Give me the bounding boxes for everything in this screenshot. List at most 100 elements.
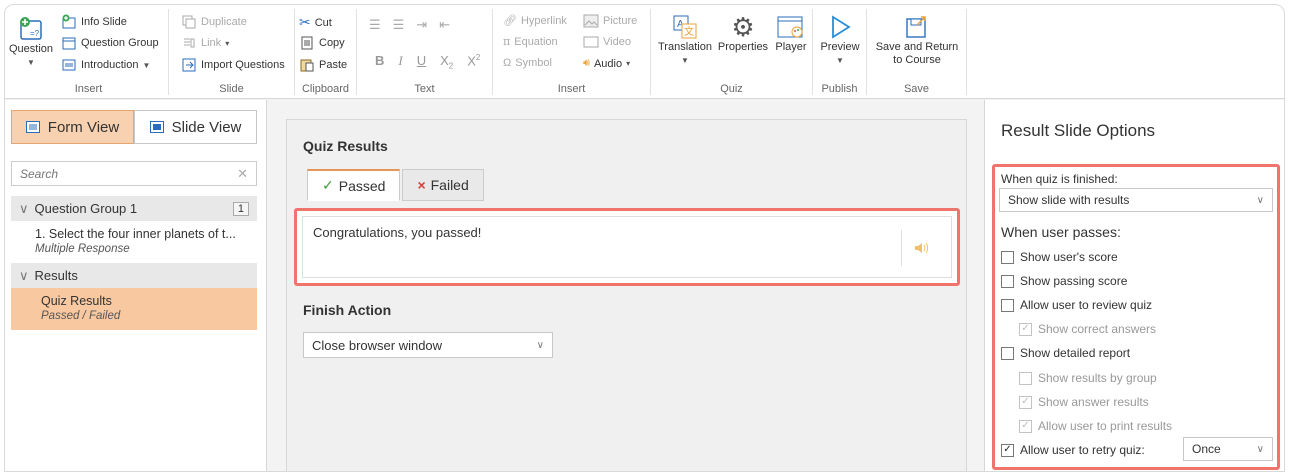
when-finished-select[interactable]: Show slide with results ∨ (999, 188, 1273, 212)
show-detailed-label: Show detailed report (1020, 346, 1131, 360)
format-buttons: B I U X2 X2 (375, 53, 480, 71)
sound-button[interactable] (901, 230, 941, 266)
tab-passed[interactable]: ✓ Passed (307, 169, 401, 201)
show-answer-results-checkbox[interactable]: ✓ Show answer results (1019, 395, 1149, 409)
introduction-icon (62, 59, 76, 71)
svg-text:=?: =? (30, 29, 40, 38)
ribbon-group-label: Save (903, 83, 930, 95)
copy-icon (301, 36, 313, 50)
duplicate-label: Duplicate (201, 16, 247, 28)
copy-button[interactable]: Copy (299, 35, 345, 51)
cut-button[interactable]: ✂ Cut (299, 14, 332, 31)
show-by-group-checkbox[interactable]: Show results by group (1019, 371, 1157, 385)
symbol-icon: Ω (503, 57, 512, 69)
audio-label: Audio (593, 57, 623, 70)
allow-review-checkbox[interactable]: Allow user to review quiz (1001, 298, 1152, 312)
ribbon-group-label: Publish (821, 83, 858, 95)
options-highlight: When quiz is finished: Show slide with r… (992, 164, 1280, 470)
player-label: Player (775, 41, 807, 53)
info-slide-icon (62, 14, 76, 29)
ribbon-group-label: Insert (74, 83, 103, 95)
info-slide-button[interactable]: Info Slide (61, 14, 127, 30)
subscript-button[interactable]: X2 (440, 53, 453, 71)
cut-label: Cut (314, 16, 332, 29)
bold-button[interactable]: B (375, 53, 384, 68)
outdent-icon[interactable]: ⇤ (439, 17, 450, 33)
speaker-icon: 🔊︎ (583, 57, 590, 69)
subscript-letter: X (440, 53, 449, 69)
message-field[interactable]: Congratulations, you passed! (302, 216, 952, 278)
question-button[interactable]: =? Question ▼ (8, 15, 54, 69)
player-button[interactable]: Player (771, 13, 811, 54)
show-passing-checkbox[interactable]: Show passing score (1001, 274, 1127, 288)
ribbon: =? Question ▼ Info Slide Question Group … (5, 5, 1284, 99)
hyperlink-button[interactable]: 🔗︎ Hyperlink (503, 14, 567, 28)
ribbon-group-slide: Duplicate Link ▾ Import Questions Slide (169, 9, 295, 95)
search-input[interactable] (20, 166, 220, 181)
italic-button[interactable]: I (398, 53, 402, 69)
show-correct-checkbox[interactable]: ✓ Show correct answers (1019, 322, 1156, 336)
checkbox-box (1019, 371, 1032, 385)
tree-quiz-results-item[interactable]: Quiz Results Passed / Failed (11, 288, 257, 330)
subscript-suffix: 2 (448, 61, 454, 71)
retry-count-value: Once (1192, 442, 1221, 456)
link-button[interactable]: Link ▾ (181, 35, 229, 51)
main-area: Quiz Results ✓ Passed × Failed Congratul… (268, 100, 983, 471)
checkbox-box (1001, 298, 1014, 312)
translation-button[interactable]: A文 Translation ▼ (655, 13, 715, 67)
picture-button[interactable]: Picture (583, 14, 637, 28)
tree-group-row[interactable]: ∨ Question Group 1 1 (11, 196, 257, 221)
duplicate-button[interactable]: Duplicate (181, 14, 247, 30)
symbol-button[interactable]: Ω Symbol (503, 57, 552, 69)
show-detailed-checkbox[interactable]: Show detailed report (1001, 346, 1130, 360)
tab-passed-label: Passed (338, 177, 386, 194)
indent-icon[interactable]: ⇥ (416, 17, 427, 33)
clear-icon[interactable]: ✕ (237, 166, 248, 182)
form-view-icon (25, 121, 40, 133)
preview-button[interactable]: Preview ▼ (819, 13, 861, 67)
numbered-list-icon[interactable]: ☰ (393, 17, 405, 33)
ribbon-group-label: Slide (219, 83, 244, 95)
tree-question-item[interactable]: 1. Select the four inner planets of t...… (11, 221, 257, 263)
properties-button[interactable]: ⚙ Properties (717, 13, 769, 54)
allow-print-checkbox[interactable]: ✓ Allow user to print results (1019, 419, 1172, 433)
ribbon-group-label: Clipboard (301, 83, 350, 95)
picture-label: Picture (603, 15, 638, 27)
retry-count-select[interactable]: Once ∨ (1183, 437, 1273, 461)
finish-action-select[interactable]: Close browser window ∨ (303, 332, 553, 358)
video-label: Video (603, 36, 631, 48)
properties-label: Properties (717, 41, 769, 53)
ribbon-group-save: Save and Return to Course Save (867, 9, 967, 95)
slide-view-tab[interactable]: Slide View (134, 110, 257, 144)
import-questions-button[interactable]: Import Questions (181, 57, 285, 73)
form-view-tab[interactable]: Form View (11, 110, 134, 144)
equation-button[interactable]: π Equation (503, 35, 558, 48)
chevron-down-icon: ∨ (19, 200, 29, 216)
tree-results-row[interactable]: ∨ Results (11, 263, 257, 288)
audio-button[interactable]: 🔊︎ Audio ▾ (583, 57, 630, 70)
introduction-button[interactable]: Introduction ▼ (61, 57, 150, 73)
show-by-group-label: Show results by group (1038, 371, 1157, 385)
underline-button[interactable]: U (417, 53, 426, 68)
ribbon-group-publish: Preview ▼ Publish (813, 9, 867, 95)
chevron-down-icon: ▾ (626, 59, 631, 68)
bullet-list-icon[interactable]: ☰ (369, 17, 381, 33)
superscript-button[interactable]: X2 (467, 53, 480, 68)
paste-button[interactable]: Paste (299, 57, 347, 73)
scissors-icon: ✂ (299, 14, 311, 30)
save-return-button[interactable]: Save and Return to Course (873, 13, 961, 67)
video-button[interactable]: Video (583, 35, 631, 49)
translation-icon: A文 (673, 15, 697, 39)
play-icon (832, 15, 851, 39)
show-score-checkbox[interactable]: Show user's score (1001, 250, 1118, 264)
question-label: Question (8, 43, 54, 55)
search-box: ✕ (11, 161, 257, 186)
tab-failed[interactable]: × Failed (402, 169, 484, 201)
svg-text:文: 文 (684, 25, 694, 38)
left-panel: Form View Slide View ✕ ∨ Question Group 1… (5, 100, 267, 471)
save-icon (906, 16, 926, 38)
link-label: Link (201, 37, 222, 49)
question-group-button[interactable]: Question Group (61, 35, 159, 51)
form-view-label: Form View (47, 118, 120, 136)
allow-retry-checkbox[interactable]: ✓ Allow user to retry quiz: (1001, 443, 1145, 457)
